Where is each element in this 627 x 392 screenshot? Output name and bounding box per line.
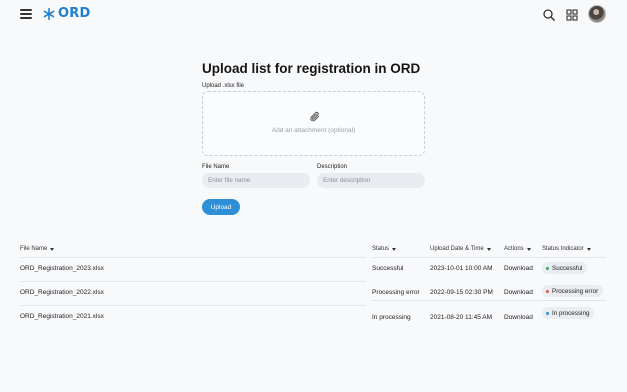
upload-button[interactable]: Upload bbox=[202, 199, 240, 215]
divider bbox=[20, 305, 366, 306]
attachment-dropzone[interactable]: Add an attachment (optional) bbox=[202, 91, 425, 156]
column-header-status-indicator[interactable]: Status Indicator bbox=[542, 246, 591, 252]
table-cell-date: 2023-10-01 10:00 AM bbox=[430, 265, 493, 272]
page-title: Upload list for registration in ORD bbox=[202, 61, 421, 76]
dropzone-text: Add an attachment (optional) bbox=[271, 127, 356, 134]
sort-caret-icon bbox=[586, 247, 591, 251]
column-header-status[interactable]: Status bbox=[372, 246, 397, 252]
logo-text: ORD bbox=[58, 6, 91, 21]
column-header-actions[interactable]: Actions bbox=[504, 246, 531, 252]
table-cell-file-name: ORD_Registration_2021.xlsx bbox=[20, 313, 104, 320]
download-link[interactable]: Download bbox=[504, 289, 533, 296]
table-cell-status: Successful bbox=[372, 265, 404, 272]
table-cell-date: 2022-09-15 02:30 PM bbox=[430, 289, 493, 296]
file-upload-label: Upload .xlsx file bbox=[202, 83, 245, 89]
status-badge: Successful bbox=[542, 262, 588, 274]
status-badge: Processing error bbox=[542, 285, 604, 297]
table-cell-status: Processing error bbox=[372, 289, 420, 296]
sort-caret-icon bbox=[50, 247, 55, 251]
asterisk-logo-icon bbox=[43, 7, 55, 20]
app-logo[interactable]: ORD bbox=[43, 6, 90, 21]
divider bbox=[372, 257, 606, 258]
column-header-upload-date[interactable]: Upload Date & Time bbox=[430, 246, 491, 252]
column-header-file-name[interactable]: File Name bbox=[20, 246, 55, 252]
top-bar: ORD bbox=[0, 0, 627, 30]
divider bbox=[20, 281, 366, 282]
download-link[interactable]: Download bbox=[504, 314, 533, 321]
table-cell-file-name: ORD_Registration_2023.xlsx bbox=[20, 265, 104, 272]
file-name-label: File Name bbox=[202, 164, 230, 170]
table-cell-date: 2021-08-20 11:45 AM bbox=[430, 314, 493, 321]
sort-caret-icon bbox=[526, 247, 531, 251]
menu-icon[interactable] bbox=[20, 9, 32, 19]
status-dot bbox=[546, 311, 549, 315]
description-label: Description bbox=[317, 164, 348, 170]
grid-icon[interactable] bbox=[565, 8, 579, 22]
paperclip-icon bbox=[310, 111, 320, 122]
divider bbox=[20, 257, 366, 258]
search-icon[interactable] bbox=[542, 8, 556, 22]
divider bbox=[372, 300, 606, 301]
status-badge: In processing bbox=[542, 307, 595, 319]
user-avatar[interactable] bbox=[588, 5, 606, 23]
sort-caret-icon bbox=[392, 247, 397, 251]
status-dot bbox=[546, 289, 549, 293]
file-name-input[interactable] bbox=[202, 173, 310, 188]
table-cell-status: In processing bbox=[372, 314, 411, 321]
status-dot bbox=[546, 266, 549, 270]
table-cell-file-name: ORD_Registration_2022.xlsx bbox=[20, 289, 104, 296]
sort-caret-icon bbox=[486, 247, 491, 251]
description-input[interactable] bbox=[317, 173, 425, 188]
download-link[interactable]: Download bbox=[504, 265, 533, 272]
